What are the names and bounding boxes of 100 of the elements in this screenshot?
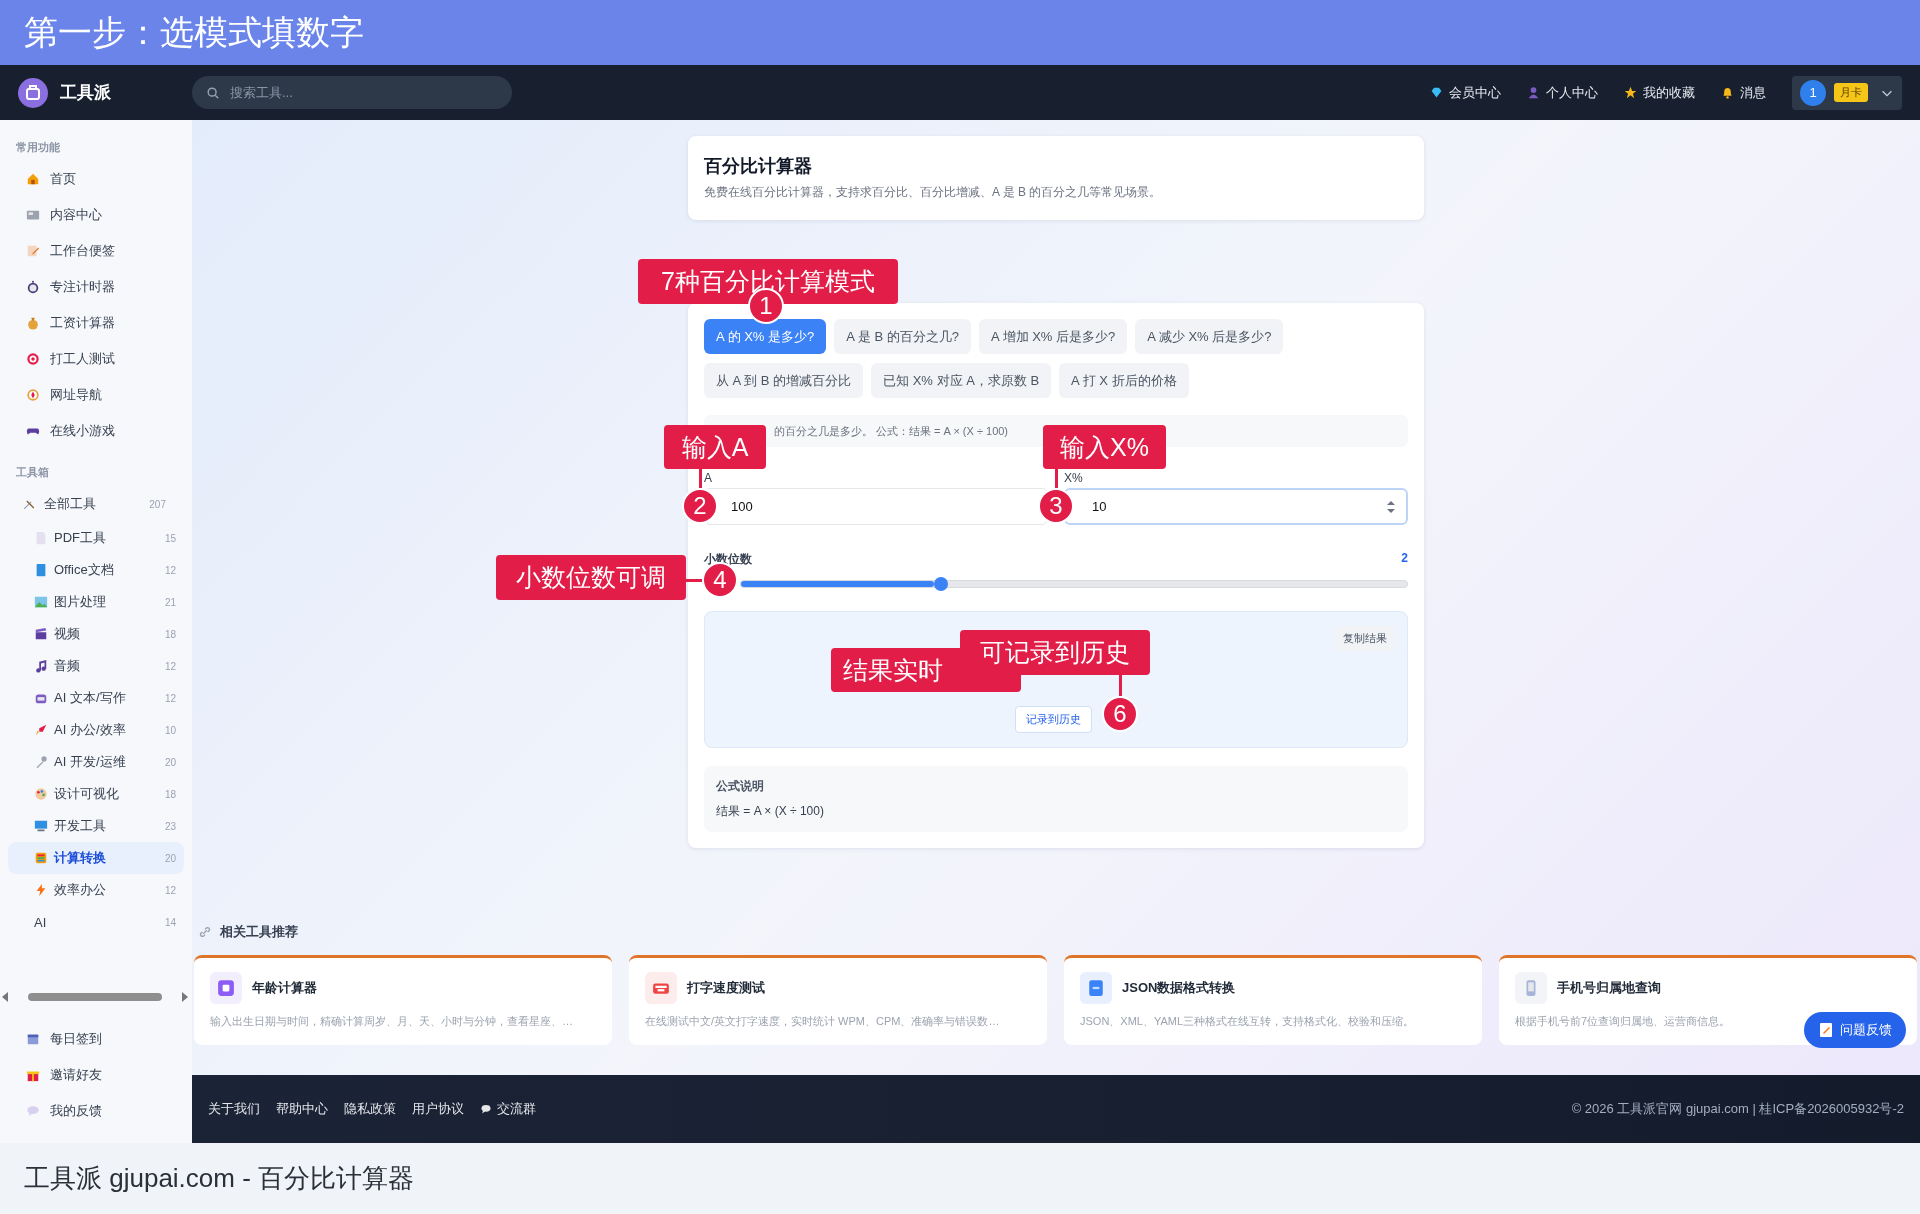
scroll-left-arrow[interactable] — [2, 992, 8, 1002]
star-icon — [1624, 86, 1637, 99]
stopwatch-icon — [26, 280, 40, 294]
slider-thumb[interactable] — [933, 577, 948, 591]
mode-tab[interactable]: 从 A 到 B 的增减百分比 — [704, 363, 864, 398]
logo-icon[interactable] — [18, 77, 48, 108]
sidebar-item[interactable]: 视频 18 — [8, 618, 184, 650]
sidebar-item[interactable]: AI 办公/效率 10 — [8, 714, 184, 746]
brand-name[interactable]: 工具派 — [60, 81, 111, 104]
copyright-text: © 2026 工具派官网 gjupai.com | 桂ICP备2026005932号-2 — [1571, 1100, 1904, 1118]
user-menu[interactable]: 1 月卡 — [1792, 75, 1902, 110]
sidebar-item[interactable]: 网址导航 — [8, 377, 184, 413]
link-icon — [198, 925, 212, 939]
tool-card[interactable]: JSON数据格式转换 JSON、XML、YAML三种格式在线互转，支持格式化、校验和压缩。 — [1064, 955, 1482, 1045]
sidebar-item[interactable]: AI 开发/运维 20 — [8, 746, 184, 778]
nav-link[interactable]: 个人中心 — [1546, 83, 1598, 102]
speech-bubble-icon — [26, 1104, 40, 1118]
record-button[interactable]: 记录到历史 — [1015, 706, 1092, 733]
memo-icon — [26, 244, 40, 258]
sidebar-item[interactable]: 计算转换 20 — [8, 842, 184, 874]
palette-icon — [34, 787, 48, 801]
sidebar-item[interactable]: 图片处理 21 — [8, 586, 184, 618]
callout-tooltip: 输入A — [664, 425, 766, 469]
sidebar-item[interactable]: Office文档 12 — [8, 554, 184, 586]
bell-icon — [1721, 86, 1734, 99]
sidebar-item[interactable]: 音频 12 — [8, 650, 184, 682]
search-field[interactable]: 搜索工具... — [192, 76, 512, 109]
copy-button[interactable]: 复制结果 — [1335, 626, 1395, 651]
formula-title: 公式说明 — [716, 778, 765, 795]
item-count: 10 — [164, 724, 176, 736]
card-description: JSON、XML、YAML三种格式在线互转，支持格式化、校验和压缩。 — [1080, 1014, 1416, 1029]
sidebar-item[interactable]: 在线小游戏 — [8, 413, 184, 449]
spinner-icon[interactable] — [1386, 499, 1396, 514]
tool-card[interactable]: 打字速度测试 在线测试中文/英文打字速度，实时统计 WPM、CPM、准确率与错误数… — [629, 955, 1047, 1045]
house-icon — [26, 172, 40, 186]
item-count: 21 — [164, 596, 176, 608]
scrollbar-thumb[interactable] — [28, 993, 162, 1001]
document-icon — [1818, 1022, 1834, 1038]
sidebar-item[interactable]: 首页 — [8, 161, 184, 197]
mode-tab[interactable]: 已知 X% 对应 A，求原数 B — [871, 363, 1052, 398]
newspaper-icon — [26, 208, 40, 222]
sidebar-item[interactable]: AI 14 — [8, 906, 184, 938]
item-count: 12 — [164, 884, 176, 896]
mode-tab[interactable]: A 打 X 折后的价格 — [1059, 363, 1189, 398]
footer-link[interactable]: 帮助中心 — [276, 1100, 328, 1118]
input-field[interactable]: 10 — [1064, 488, 1408, 525]
leader-line — [699, 469, 702, 488]
sidebar-item[interactable]: 设计可视化 18 — [8, 778, 184, 810]
item-count: 12 — [164, 692, 176, 704]
calendar-icon — [26, 1032, 40, 1046]
formula-text: 结果 = A × (X ÷ 100) — [716, 803, 825, 820]
abacus-icon — [34, 851, 48, 865]
footer-link[interactable]: 交流群 — [480, 1100, 536, 1118]
card-description: 输入出生日期与时间，精确计算周岁、月、天、小时与分钟，查看星座、… — [210, 1014, 574, 1029]
sidebar-item[interactable]: 打工人测试 — [8, 341, 184, 377]
nav-link[interactable]: 会员中心 — [1449, 83, 1501, 102]
sidebar-item[interactable]: 我的反馈 — [8, 1093, 184, 1129]
item-count: 23 — [164, 820, 176, 832]
mode-tab[interactable]: A 增加 X% 后是多少? — [978, 319, 1128, 354]
item-count: 20 — [164, 852, 176, 864]
feedback-button[interactable]: 问题反馈 — [1804, 1012, 1906, 1048]
avatar[interactable]: 1 — [1800, 79, 1826, 106]
membership-badge: 月卡 — [1834, 83, 1868, 102]
item-count: 207 — [149, 498, 166, 510]
footer-link[interactable]: 隐私政策 — [344, 1100, 396, 1118]
sidebar-item[interactable]: 工作台便签 — [8, 233, 184, 269]
nav-link[interactable]: 我的收藏 — [1643, 83, 1695, 102]
slider-track[interactable] — [740, 580, 1408, 588]
music-note-icon — [34, 659, 48, 673]
page-description: 免费在线百分比计算器，支持求百分比、百分比增减、A 是 B 的百分之几等常见场景。 — [704, 184, 1163, 201]
nav-link[interactable]: 消息 — [1740, 83, 1766, 102]
item-count: 12 — [164, 660, 176, 672]
callout-tooltip: 可记录到历史 — [960, 630, 1150, 675]
sidebar-item[interactable]: 专注计时器 — [8, 269, 184, 305]
search-icon — [206, 85, 220, 100]
sidebar-item[interactable]: AI 文本/写作 12 — [8, 682, 184, 714]
sidebar-item[interactable]: 内容中心 — [8, 197, 184, 233]
diamond-icon — [1430, 86, 1443, 99]
mode-tab[interactable]: A 的 X% 是多少? — [704, 319, 827, 354]
app-icon — [210, 972, 242, 1004]
section-heading: 常用功能 — [15, 140, 61, 155]
card-title: 手机号归属地查询 — [1557, 979, 1661, 997]
sidebar-item[interactable]: 每日签到 — [8, 1021, 184, 1057]
footer-link[interactable]: 用户协议 — [412, 1100, 464, 1118]
footer-link[interactable]: 关于我们 — [208, 1100, 260, 1118]
field-label: X% — [1064, 471, 1084, 487]
mode-tab[interactable]: A 减少 X% 后是多少? — [1135, 319, 1284, 354]
tool-card[interactable]: 年龄计算器 输入出生日期与时间，精确计算周岁、月、天、小时与分钟，查看星座、… — [194, 955, 612, 1045]
slider-fill[interactable] — [741, 581, 934, 587]
sidebar-item[interactable]: 邀请好友 — [8, 1057, 184, 1093]
lightning-icon — [34, 883, 48, 897]
sidebar-item[interactable]: PDF工具 15 — [8, 522, 184, 554]
sidebar-item[interactable]: 效率办公 12 — [8, 874, 184, 906]
sidebar-item[interactable]: 全部工具 207 — [8, 486, 184, 522]
section-heading: 相关工具推荐 — [220, 923, 298, 941]
item-count: 12 — [164, 564, 176, 576]
sidebar-item[interactable]: 工资计算器 — [8, 305, 184, 341]
document-icon — [34, 531, 48, 545]
mode-tab[interactable]: A 是 B 的百分之几? — [834, 319, 971, 354]
sidebar-item[interactable]: 开发工具 23 — [8, 810, 184, 842]
